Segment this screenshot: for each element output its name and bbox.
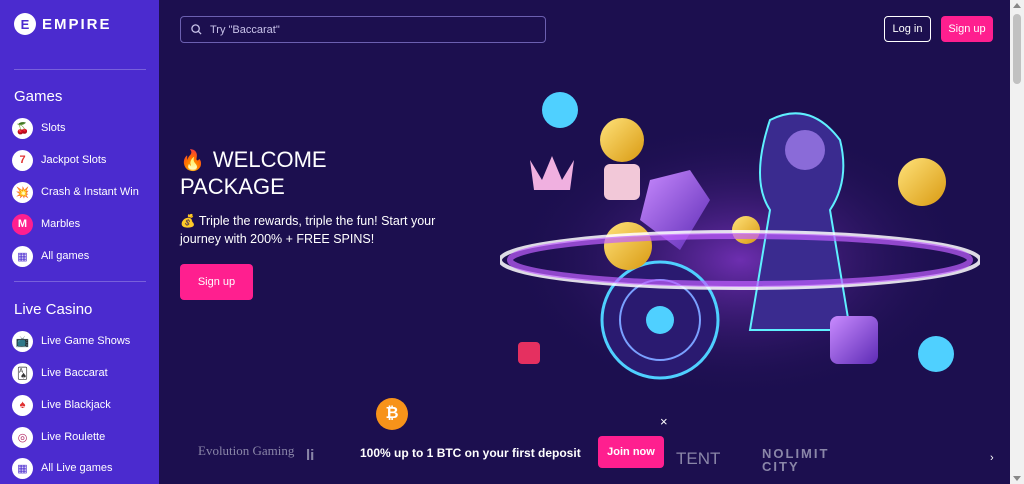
hero-illustration — [500, 92, 980, 400]
flame-icon: 🔥 — [180, 150, 205, 172]
sidebar-item-label: Crash & Instant Win — [41, 186, 139, 198]
close-icon[interactable]: × — [660, 414, 668, 429]
bitcoin-icon: ₿ — [376, 398, 408, 430]
scrollbar-thumb[interactable] — [1013, 14, 1021, 84]
logo[interactable]: E EMPIRE — [14, 13, 112, 35]
sidebar-item-label: Live Game Shows — [41, 335, 131, 347]
sidebar: E EMPIRE Games 🍒 Slots 7 Jackpot Slots 💥… — [0, 0, 159, 484]
sidebar-item-all-games[interactable]: ▦ All games — [12, 245, 89, 267]
sidebar-item-crash-instant-win[interactable]: 💥 Crash & Instant Win — [12, 181, 139, 203]
sidebar-item-live-blackjack[interactable]: ♠ Live Blackjack — [12, 394, 111, 416]
cherry-icon: 🍒 — [12, 117, 33, 139]
sidebar-item-marbles[interactable]: M Marbles — [12, 213, 80, 235]
provider-logo[interactable]: li — [306, 447, 314, 464]
hero-signup-button[interactable]: Sign up — [180, 264, 253, 300]
sidebar-item-slots[interactable]: 🍒 Slots — [12, 117, 65, 139]
seven-icon: 7 — [12, 149, 33, 171]
hero-subtitle: 💰 Triple the rewards, triple the fun! St… — [180, 214, 436, 246]
join-now-button[interactable]: Join now — [598, 436, 664, 468]
sidebar-item-live-game-shows[interactable]: 📺 Live Game Shows — [12, 330, 130, 352]
sidebar-item-label: All Live games — [41, 462, 113, 474]
sidebar-item-label: Slots — [41, 122, 66, 134]
marbles-icon: M — [12, 213, 33, 235]
tv-icon: 📺 — [12, 330, 33, 352]
hero-title: 🔥 WELCOME PACKAGE — [180, 147, 327, 199]
login-button[interactable]: Log in — [884, 16, 931, 42]
chevron-right-icon[interactable]: › — [990, 452, 994, 464]
search-bar[interactable] — [180, 16, 546, 43]
explosion-icon: 💥 — [12, 181, 33, 203]
logo-text: EMPIRE — [42, 15, 112, 33]
sidebar-item-label: Live Baccarat — [41, 367, 108, 379]
sidebar-item-jackpot-slots[interactable]: 7 Jackpot Slots — [12, 149, 106, 171]
logo-icon: E — [14, 13, 36, 35]
signup-button[interactable]: Sign up — [941, 16, 993, 42]
playing-card-icon: 🂡 — [12, 362, 33, 384]
provider-logo[interactable]: NOLIMIT CITY — [762, 447, 852, 473]
sidebar-item-label: All games — [41, 250, 90, 262]
sidebar-item-live-baccarat[interactable]: 🂡 Live Baccarat — [12, 362, 108, 384]
provider-logo[interactable]: Evolution Gaming — [198, 444, 294, 457]
roulette-icon: ◎ — [12, 426, 33, 448]
scrollbar[interactable] — [1010, 0, 1024, 484]
provider-logo[interactable]: TENT — [676, 449, 720, 469]
divider — [14, 69, 146, 70]
money-bag-icon: 💰 — [180, 214, 196, 228]
search-icon — [191, 24, 202, 35]
sidebar-item-label: Live Roulette — [41, 431, 106, 443]
games-section-title: Games — [14, 88, 63, 105]
sidebar-item-label: Jackpot Slots — [41, 154, 107, 166]
scroll-down-icon[interactable] — [1013, 476, 1021, 481]
search-input[interactable] — [210, 23, 510, 36]
sidebar-item-label: Marbles — [41, 218, 81, 230]
sidebar-item-label: Live Blackjack — [41, 399, 111, 411]
sidebar-item-live-roulette[interactable]: ◎ Live Roulette — [12, 426, 105, 448]
spade-card-icon: ♠ — [12, 394, 33, 416]
divider — [14, 281, 146, 282]
grid-icon: ▦ — [12, 245, 33, 267]
providers-strip: Evolution Gaming li TENT NOLIMIT CITY — [196, 441, 996, 477]
live-casino-section-title: Live Casino — [14, 301, 93, 318]
sidebar-item-all-live-games[interactable]: ▦ All Live games — [12, 457, 113, 479]
scroll-up-icon[interactable] — [1013, 3, 1021, 8]
promo-text: 100% up to 1 BTC on your first deposit — [360, 446, 581, 460]
grid-icon: ▦ — [12, 457, 33, 479]
